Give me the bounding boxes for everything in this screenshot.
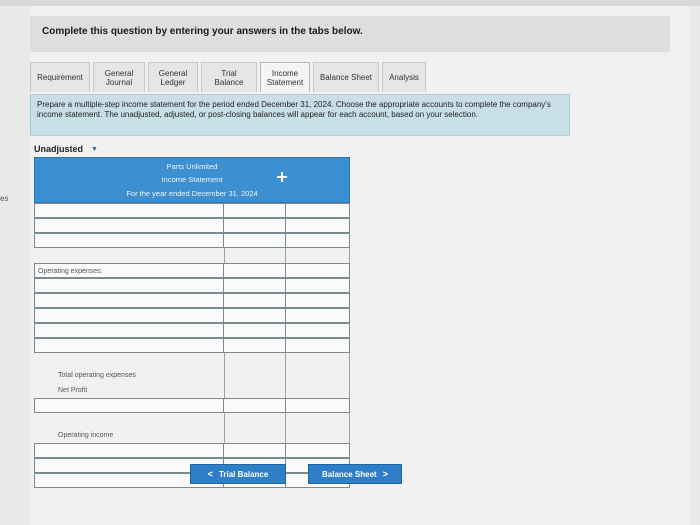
total-input[interactable]: [286, 233, 350, 248]
table-row: Net Profit: [34, 383, 350, 398]
tab-requirement[interactable]: Requirement: [30, 62, 90, 92]
table-row: [34, 248, 350, 263]
question-panel: Complete this question by entering your …: [30, 6, 690, 525]
table-row: [34, 308, 350, 323]
tab-balance-sheet[interactable]: Balance Sheet: [313, 62, 379, 92]
prev-trial-balance-button[interactable]: < Trial Balance: [190, 464, 286, 484]
amount-input[interactable]: [224, 323, 286, 338]
table-row: [34, 413, 350, 428]
instructions-box: Prepare a multiple-step income statement…: [30, 94, 570, 136]
account-input[interactable]: [34, 338, 224, 353]
next-balance-sheet-button[interactable]: Balance Sheet >: [308, 464, 402, 484]
dropdown-selected-value: Unadjusted: [34, 144, 84, 154]
side-text: es: [0, 194, 9, 203]
next-button-label: Balance Sheet: [322, 469, 377, 479]
table-row: [34, 353, 350, 368]
statement-title: Income Statement: [161, 175, 223, 184]
amount-input[interactable]: [224, 398, 286, 413]
account-input[interactable]: [34, 398, 224, 413]
account-input[interactable]: [34, 203, 224, 218]
total-input[interactable]: [286, 308, 350, 323]
statement-header: Parts Unlimited Income Statement For the…: [34, 157, 350, 203]
balance-type-dropdown[interactable]: Unadjusted ▼: [34, 144, 98, 154]
account-input[interactable]: [34, 218, 224, 233]
total-input[interactable]: [286, 443, 350, 458]
account-input[interactable]: [34, 308, 224, 323]
amount-input[interactable]: [224, 233, 286, 248]
income-statement-form: Parts Unlimited Income Statement For the…: [34, 157, 350, 488]
table-row: [34, 203, 350, 218]
total-operating-expenses-label: Total operating expenses: [58, 372, 136, 379]
amount-input[interactable]: [224, 203, 286, 218]
tab-general-journal[interactable]: General Journal: [93, 62, 145, 92]
instruction-header: Complete this question by entering your …: [42, 26, 363, 37]
table-row: [34, 398, 350, 413]
account-input[interactable]: [34, 323, 224, 338]
total-input[interactable]: [286, 323, 350, 338]
plus-icon[interactable]: [277, 172, 287, 182]
chevron-down-icon: ▼: [91, 145, 98, 153]
amount-input[interactable]: [224, 308, 286, 323]
table-row: [34, 323, 350, 338]
tab-general-ledger[interactable]: General Ledger: [148, 62, 198, 92]
total-input[interactable]: [286, 203, 350, 218]
tab-income-statement[interactable]: Income Statement: [260, 62, 310, 92]
prev-button-label: Trial Balance: [218, 469, 269, 479]
amount-input[interactable]: [224, 278, 286, 293]
amount-input[interactable]: [224, 443, 286, 458]
table-row: [34, 233, 350, 248]
tab-strip: Requirement General Journal General Ledg…: [30, 62, 429, 94]
total-input[interactable]: [286, 218, 350, 233]
amount-input[interactable]: [224, 218, 286, 233]
account-input[interactable]: [34, 278, 224, 293]
amount-input[interactable]: [224, 293, 286, 308]
total-input[interactable]: [286, 263, 350, 278]
amount-input[interactable]: [224, 338, 286, 353]
table-row: Total operating expenses: [34, 368, 350, 383]
company-name: Parts Unlimited: [166, 162, 218, 171]
table-row: [34, 278, 350, 293]
operating-expenses-label: Operating expenses:: [34, 263, 224, 278]
amount-input[interactable]: [224, 263, 286, 278]
table-row: [34, 443, 350, 458]
table-row: [34, 218, 350, 233]
table-row: [34, 338, 350, 353]
total-input[interactable]: [286, 293, 350, 308]
net-profit-label: Net Profit: [58, 387, 88, 394]
tab-trial-balance[interactable]: Trial Balance: [201, 62, 257, 92]
statement-period: For the year ended December 31, 2024: [126, 189, 258, 198]
chevron-left-icon: <: [207, 469, 213, 479]
account-input[interactable]: [34, 233, 224, 248]
total-input[interactable]: [286, 278, 350, 293]
table-row: Operating expenses:: [34, 263, 350, 278]
total-input[interactable]: [286, 338, 350, 353]
total-input[interactable]: [286, 398, 350, 413]
table-row: Operating income: [34, 428, 350, 443]
table-row: [34, 293, 350, 308]
account-input[interactable]: [34, 443, 224, 458]
tab-analysis[interactable]: Analysis: [382, 62, 426, 92]
account-input[interactable]: [34, 293, 224, 308]
chevron-right-icon: >: [382, 469, 388, 479]
operating-income-label: Operating income: [58, 432, 114, 439]
